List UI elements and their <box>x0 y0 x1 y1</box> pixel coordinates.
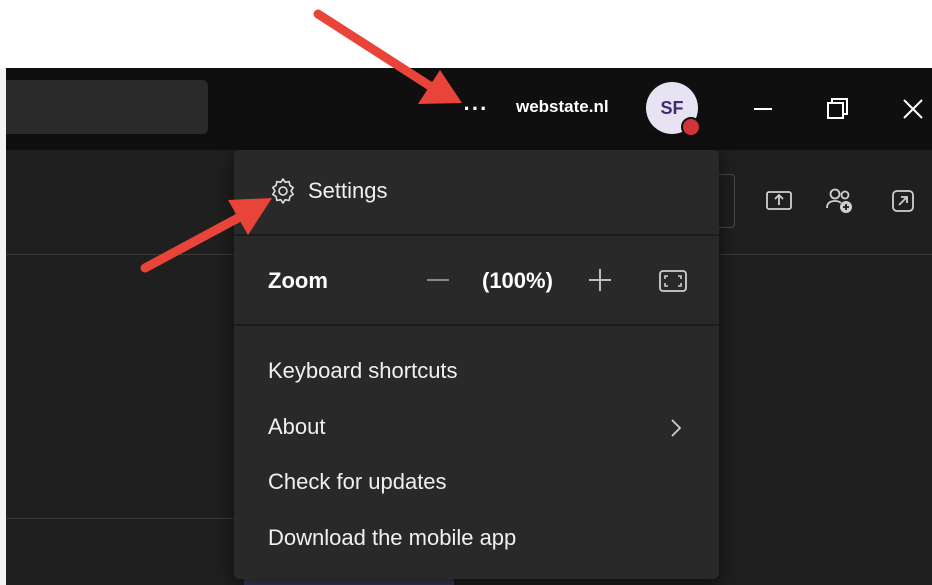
gear-icon <box>272 178 294 204</box>
content-divider <box>6 518 236 519</box>
zoom-label: Zoom <box>268 268 328 293</box>
close-button[interactable] <box>896 92 930 126</box>
search-bar[interactable] <box>6 80 208 134</box>
pop-out-icon[interactable] <box>888 186 918 216</box>
fit-to-screen-icon[interactable] <box>658 268 688 294</box>
menu-item-download-mobile-app[interactable]: Download the mobile app <box>268 525 516 551</box>
plus-icon <box>589 269 611 291</box>
menu-item-check-for-updates[interactable]: Check for updates <box>268 469 447 495</box>
status-badge <box>681 117 701 137</box>
more-icon: ··· <box>463 96 489 121</box>
zoom-value: (100%) <box>482 268 553 293</box>
restore-button[interactable] <box>821 92 855 126</box>
zoom-out-button[interactable] <box>424 266 452 294</box>
add-people-icon[interactable] <box>824 186 854 216</box>
background-top <box>0 0 932 68</box>
menu-item-about[interactable]: About <box>268 414 326 440</box>
avatar-initials: SF <box>660 97 684 118</box>
more-options-menu: Settings Zoom (100%) Keyboard shortcuts … <box>234 150 719 579</box>
menu-item-keyboard-shortcuts[interactable]: Keyboard shortcuts <box>268 358 458 384</box>
menu-divider <box>234 324 719 326</box>
avatar[interactable]: SF <box>646 82 701 137</box>
org-name: webstate.nl <box>516 97 609 116</box>
zoom-in-button[interactable] <box>586 266 614 294</box>
title-bar: ··· webstate.nl SF <box>6 68 932 150</box>
chevron-right-icon <box>671 419 682 437</box>
menu-item-settings[interactable]: Settings <box>234 150 719 234</box>
share-screen-icon[interactable] <box>764 186 794 216</box>
minimize-button[interactable] <box>746 92 780 126</box>
minus-icon <box>427 279 449 281</box>
menu-item-settings-label: Settings <box>308 178 388 203</box>
more-options-button[interactable]: ··· <box>456 94 496 124</box>
